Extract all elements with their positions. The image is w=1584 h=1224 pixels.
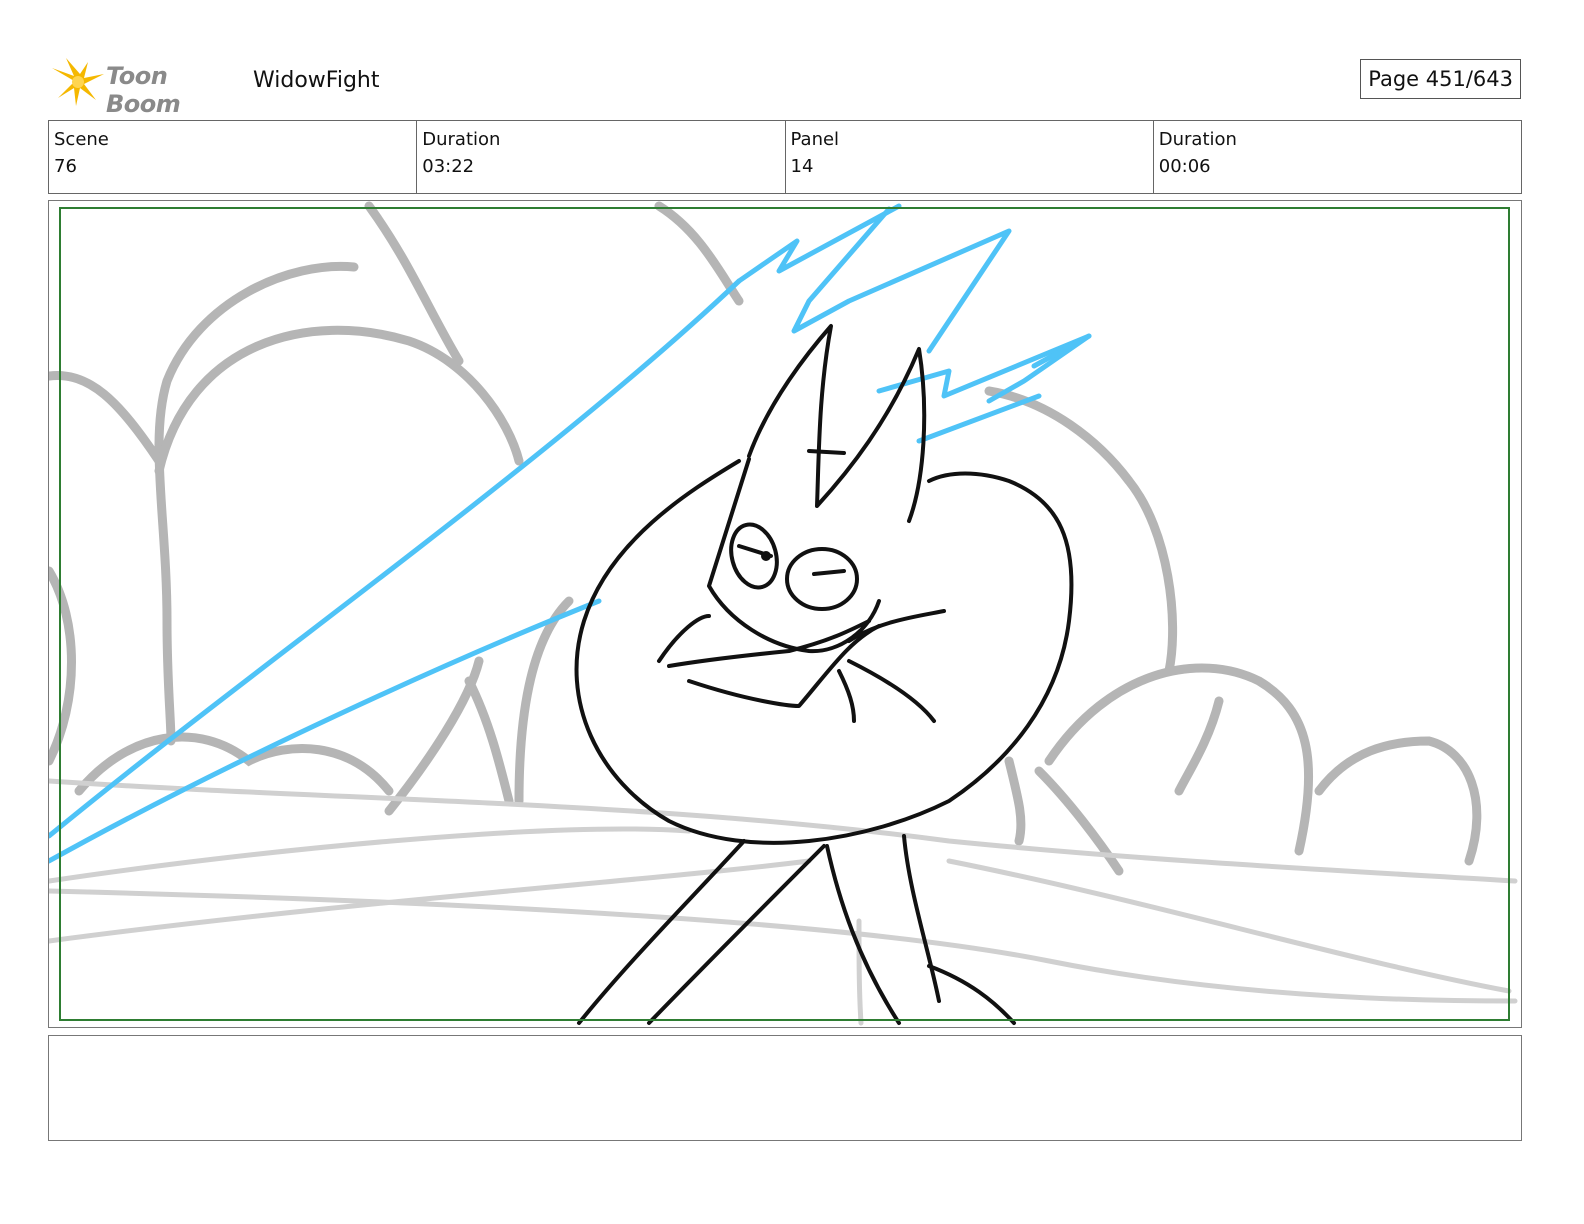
starburst-icon: [52, 58, 104, 106]
panel-notes-box[interactable]: [48, 1035, 1522, 1141]
scene-value: 76: [54, 156, 77, 177]
panel-value: 14: [790, 156, 814, 177]
panel-label: Panel: [790, 129, 840, 150]
scene-info-table: Scene 76 Duration 03:22 Panel 14 Duratio…: [48, 120, 1522, 194]
project-title: WidowFight: [253, 68, 380, 93]
storyboard-panel: [48, 200, 1522, 1028]
panel-duration-value: 00:06: [1158, 156, 1211, 177]
page-indicator: Page 451/643: [1360, 59, 1521, 99]
panel-duration-cell: Duration 00:06: [1152, 121, 1521, 193]
blue-effect-lines: [49, 203, 1092, 864]
scene-cell: Scene 76: [49, 121, 416, 193]
scene-label: Scene: [54, 129, 109, 150]
panel-duration-label: Duration: [1158, 129, 1237, 150]
panel-sketch: [49, 201, 1518, 1026]
ground-lines: [49, 778, 1518, 1026]
scene-duration-label: Duration: [422, 129, 501, 150]
scene-duration-cell: Duration 03:22: [416, 121, 784, 193]
logo-wordmark: Toon Boom: [106, 62, 181, 118]
background-sketch: [49, 201, 1482, 876]
storyboard-header: Toon Boom WidowFight Page 451/643: [48, 52, 1524, 118]
toon-boom-logo: Toon Boom: [50, 56, 240, 118]
panel-cell: Panel 14: [784, 121, 1153, 193]
scene-duration-value: 03:22: [422, 156, 475, 177]
